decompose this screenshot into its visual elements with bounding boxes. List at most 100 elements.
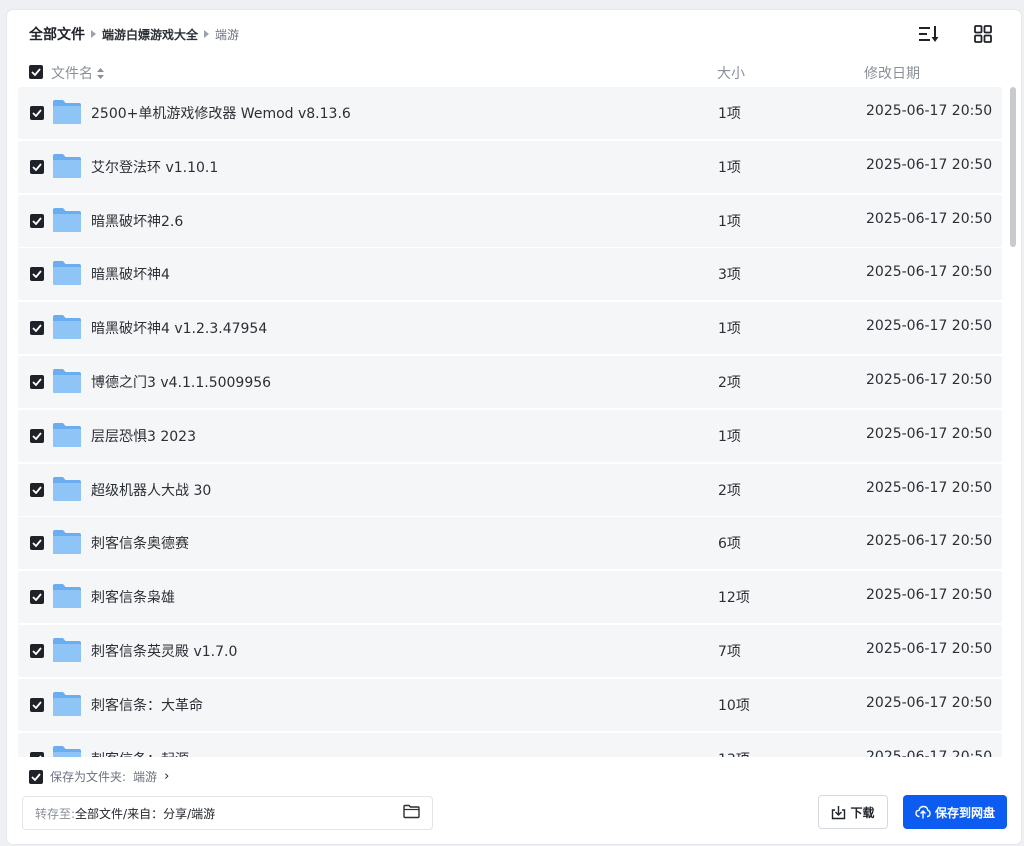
table-row[interactable]: 超级机器人大战 30 2项 2025-06-17 20:50: [18, 463, 1002, 516]
file-size: 1项: [718, 428, 741, 445]
file-name[interactable]: 刺客信条奥德赛: [91, 533, 189, 553]
chevron-right-icon: ›: [164, 769, 170, 784]
table-row[interactable]: 刺客信条：起源 13项 2025-06-17 20:50: [18, 732, 1002, 757]
breadcrumb-middle[interactable]: 端游白嫖游戏大全: [102, 26, 198, 43]
file-name[interactable]: 暗黑破坏神2.6: [91, 211, 183, 231]
row-checkbox[interactable]: [30, 482, 44, 497]
folder-icon: [52, 99, 82, 129]
save-as-folder-name[interactable]: 端游: [133, 768, 157, 785]
row-checkbox[interactable]: [30, 267, 44, 282]
destination-path-field[interactable]: 转存至: 全部文件/来自：分享/端游: [22, 796, 433, 830]
row-checkbox[interactable]: [30, 321, 44, 336]
file-size: 1项: [718, 159, 741, 176]
breadcrumb-root[interactable]: 全部文件: [29, 24, 85, 44]
folder-icon: [52, 476, 82, 506]
file-share-panel: 全部文件 端游白嫖游戏大全 端游 文件名 大小 修改日期 2500+单机游戏修改…: [7, 10, 1021, 844]
file-date: 2025-06-17 20:50: [866, 318, 993, 335]
scrollbar-thumb[interactable]: [1010, 87, 1016, 247]
file-size: 12项: [718, 590, 750, 607]
table-row[interactable]: 2500+单机游戏修改器 Wemod v8.13.6 1项 2025-06-17 2…: [18, 87, 1002, 139]
file-name[interactable]: 刺客信条：大革命: [91, 695, 203, 715]
table-row[interactable]: 暗黑破坏神4 v1.2.3.47954 1项 2025-06-17 20:50: [18, 302, 1002, 355]
destination-path-value: 全部文件/来自：分享/端游: [75, 806, 216, 821]
folder-icon: [52, 314, 82, 344]
folder-icon: [52, 529, 82, 559]
row-checkbox[interactable]: [30, 428, 44, 443]
row-checkbox[interactable]: [30, 697, 44, 712]
file-size: 2项: [718, 375, 741, 391]
file-size: 10项: [718, 697, 750, 714]
file-size: 13项: [718, 749, 750, 757]
table-row[interactable]: 刺客信条英灵殿 v1.7.0 7项 2025-06-17 20:50: [18, 625, 1002, 677]
folder-open-icon[interactable]: [403, 804, 420, 822]
column-header-name-label: 文件名: [51, 66, 93, 82]
footer-bar: 保存为文件夹: 端游 › 转存至: 全部文件/来自：分享/端游 下载 保存到网盘: [7, 757, 1021, 844]
column-header-name[interactable]: 文件名: [51, 63, 104, 83]
file-date: 2025-06-17 20:50: [866, 425, 993, 442]
file-name[interactable]: 刺客信条：起源: [91, 749, 189, 757]
download-button-label: 下载: [850, 805, 875, 820]
table-row[interactable]: 暗黑破坏神2.6 1项 2025-06-17 20:50: [18, 194, 1002, 247]
row-checkbox[interactable]: [30, 536, 44, 551]
folder-icon: [52, 207, 82, 237]
save-to-cloud-button[interactable]: 保存到网盘: [903, 795, 1007, 829]
sort-arrows-icon: [97, 67, 104, 79]
file-name[interactable]: 暗黑破坏神4 v1.2.3.47954: [91, 318, 267, 338]
file-name[interactable]: 2500+单机游戏修改器 Wemod v8.13.6: [91, 103, 351, 123]
table-row[interactable]: 刺客信条：大革命 10项 2025-06-17 20:50: [18, 678, 1002, 731]
file-name[interactable]: 暗黑破坏神4: [91, 264, 170, 284]
save-to-cloud-label: 保存到网盘: [934, 805, 995, 820]
folder-icon: [52, 368, 82, 398]
row-checkbox[interactable]: [30, 644, 44, 658]
table-row[interactable]: 艾尔登法环 v1.10.1 1项 2025-06-17 20:50: [18, 140, 1002, 193]
download-button[interactable]: 下载: [818, 795, 888, 829]
column-header-size[interactable]: 大小: [717, 63, 745, 83]
row-checkbox[interactable]: [30, 159, 44, 174]
column-header-date[interactable]: 修改日期: [864, 63, 920, 83]
row-checkbox[interactable]: [30, 375, 44, 389]
file-date: 2025-06-17 20:50: [866, 748, 993, 757]
table-row[interactable]: 刺客信条奥德赛 6项 2025-06-17 20:50: [18, 517, 1002, 570]
table-row[interactable]: 刺客信条枭雄 12项 2025-06-17 20:50: [18, 571, 1002, 624]
file-name[interactable]: 博德之门3 v4.1.1.5009956: [91, 372, 271, 392]
file-name[interactable]: 层层恐惧3 2023: [91, 426, 196, 446]
select-all-checkbox[interactable]: [29, 65, 43, 79]
row-checkbox[interactable]: [30, 213, 44, 228]
folder-icon: [52, 422, 82, 452]
file-list: 2500+单机游戏修改器 Wemod v8.13.6 1项 2025-06-17 2…: [18, 87, 1014, 757]
breadcrumb-separator-icon: [91, 30, 96, 38]
file-size: 1项: [718, 213, 741, 230]
file-date: 2025-06-17 20:50: [866, 641, 993, 657]
file-name[interactable]: 刺客信条英灵殿 v1.7.0: [91, 641, 237, 661]
table-row[interactable]: 博德之门3 v4.1.1.5009956 2项 2025-06-17 20:50: [18, 356, 1002, 408]
scrollbar-track[interactable]: [1009, 87, 1017, 757]
row-checkbox[interactable]: [30, 590, 44, 605]
file-date: 2025-06-17 20:50: [866, 210, 993, 227]
row-checkbox[interactable]: [30, 106, 44, 120]
file-name[interactable]: 超级机器人大战 30: [91, 480, 211, 500]
file-date: 2025-06-17 20:50: [866, 533, 993, 550]
file-size: 1项: [718, 106, 741, 122]
file-date: 2025-06-17 20:50: [866, 264, 993, 281]
file-date: 2025-06-17 20:50: [866, 103, 993, 119]
folder-icon: [52, 583, 82, 613]
file-size: 1项: [718, 321, 741, 338]
breadcrumb-separator-icon: [204, 30, 210, 38]
save-as-folder-option[interactable]: 保存为文件夹: 端游 ›: [29, 768, 169, 785]
breadcrumb-current: 端游: [215, 27, 240, 42]
file-date: 2025-06-17 20:50: [866, 479, 993, 496]
table-row[interactable]: 层层恐惧3 2023 1项 2025-06-17 20:50: [18, 409, 1002, 462]
sort-list-icon[interactable]: [917, 22, 941, 46]
folder-icon: [52, 153, 82, 183]
file-name[interactable]: 刺客信条枭雄: [91, 587, 175, 607]
view-toolbar: [917, 22, 995, 46]
file-size: 3项: [718, 267, 741, 284]
breadcrumb: 全部文件 端游白嫖游戏大全 端游: [29, 24, 239, 44]
file-name[interactable]: 艾尔登法环 v1.10.1: [91, 157, 218, 177]
file-date: 2025-06-17 20:50: [866, 156, 993, 173]
folder-icon: [52, 637, 82, 667]
grid-view-icon[interactable]: [971, 22, 995, 46]
save-as-folder-checkbox[interactable]: [29, 769, 43, 784]
file-date: 2025-06-17 20:50: [866, 694, 993, 711]
table-row[interactable]: 暗黑破坏神4 3项 2025-06-17 20:50: [18, 248, 1002, 301]
